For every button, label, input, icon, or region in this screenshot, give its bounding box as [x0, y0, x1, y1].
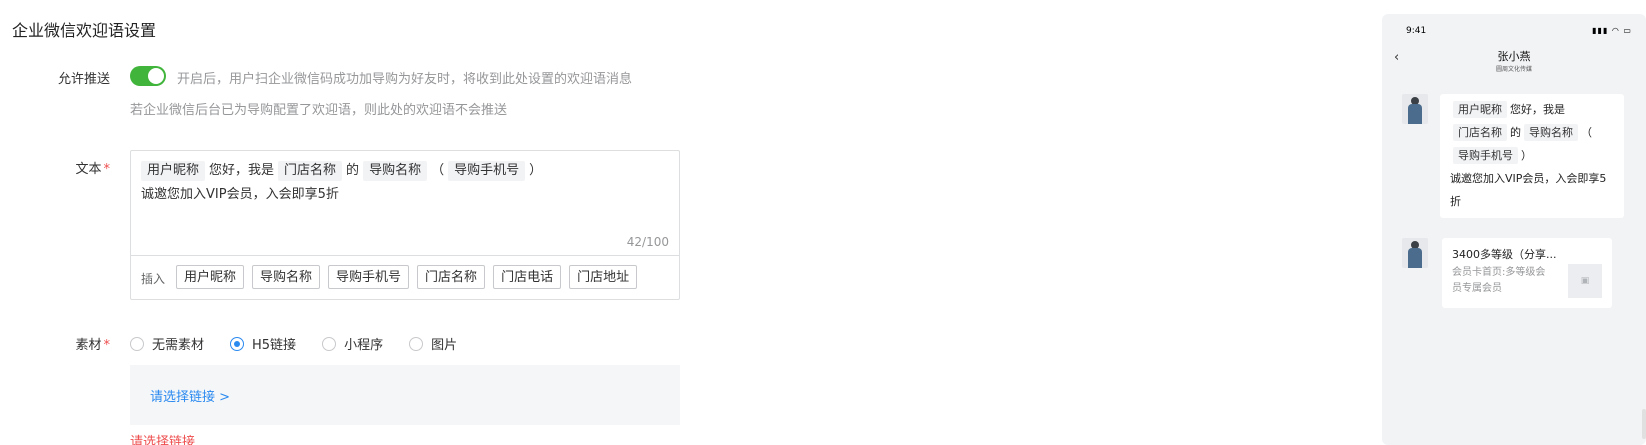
- chip-phone: 导购手机号: [1453, 147, 1518, 164]
- avatar: [1402, 94, 1428, 124]
- insert-guide-name-button[interactable]: 导购名称: [252, 265, 321, 289]
- page-title: 企业微信欢迎语设置: [12, 21, 157, 40]
- editor-line-2: 诚邀您加入VIP会员，入会即享5折: [141, 187, 339, 202]
- material-label: 素材 *: [30, 334, 110, 353]
- message-bubble: 用户昵称 您好，我是 门店名称的导购名称（ 导购手机号） 诚邀您加入VIP会员，入…: [1440, 94, 1624, 218]
- insert-store-name-button[interactable]: 门店名称: [417, 265, 486, 289]
- insert-bar: 插入 用户昵称 导购名称 导购手机号 门店名称 门店电话 门店地址: [131, 255, 679, 299]
- text-label-text: 文本: [75, 162, 102, 177]
- avatar: [1402, 238, 1428, 268]
- required-mark: *: [103, 338, 111, 353]
- card-description: 会员卡首页:多等级会员专属会员: [1452, 267, 1546, 294]
- link-error-text: 请选择链接: [130, 435, 196, 445]
- link-select-box: 请选择链接 >: [130, 365, 680, 425]
- text-label: 文本 *: [30, 158, 110, 177]
- avatar-torso: [1408, 104, 1422, 124]
- radio-circle[interactable]: [130, 336, 144, 351]
- status-time: 9:41: [1406, 26, 1427, 36]
- editor-line-1: 用户昵称 您好，我是 门店名称的导购名称（导购手机号）: [141, 159, 669, 183]
- radio-label: H5链接: [252, 338, 297, 353]
- message-text: 的: [1510, 126, 1521, 139]
- insert-label: 插入: [141, 272, 166, 286]
- chip-store: 门店名称: [1453, 124, 1507, 141]
- radio-h5[interactable]: H5链接: [230, 334, 296, 353]
- editor-text: ）: [529, 163, 543, 178]
- push-hint-1: 开启后，用户扫企业微信码成功加导购为好友时，将收到此处设置的欢迎语消息: [177, 72, 633, 87]
- insert-store-address-button[interactable]: 门店地址: [569, 265, 638, 289]
- status-icons: ▮▮▮ ◠ ▭: [1592, 26, 1632, 35]
- chip-nickname[interactable]: 用户昵称: [141, 161, 206, 181]
- push-hint-2: 若企业微信后台已为导购配置了欢迎语，则此处的欢迎语不会推送: [130, 103, 508, 118]
- required-mark: *: [103, 162, 111, 177]
- message-text: 您好，我是: [1510, 103, 1565, 116]
- insert-nickname-button[interactable]: 用户昵称: [176, 265, 245, 289]
- radio-miniprogram[interactable]: 小程序: [322, 334, 383, 353]
- image-icon: ▣: [1568, 264, 1602, 298]
- insert-store-phone-button[interactable]: 门店电话: [493, 265, 562, 289]
- push-label: 允许推送: [30, 68, 110, 87]
- chat-company-name: 圆周文化传媒: [1495, 66, 1532, 73]
- link-card: 3400多等级（分享... 会员卡首页:多等级会员专属会员 ▣: [1442, 238, 1612, 308]
- card-title: 3400多等级（分享...: [1452, 248, 1557, 261]
- message-line: 诚邀您加入VIP会员，入会即享5折: [1450, 172, 1607, 208]
- chip-nickname: 用户昵称: [1453, 101, 1507, 118]
- radio-image[interactable]: 图片: [409, 334, 457, 353]
- toggle-knob: [148, 68, 164, 84]
- insert-buttons: 用户昵称 导购名称 导购手机号 门店名称 门店电话 门店地址: [176, 265, 638, 289]
- chip-store[interactable]: 门店名称: [278, 161, 343, 181]
- radio-circle-checked[interactable]: [230, 336, 245, 351]
- chip-guide: 导购名称: [1524, 124, 1578, 141]
- message-text: ）: [1521, 149, 1532, 162]
- chip-guide[interactable]: 导购名称: [363, 161, 428, 181]
- editor-text: 的: [346, 163, 360, 178]
- welcome-text-editor[interactable]: 用户昵称 您好，我是 门店名称的导购名称（导购手机号） 诚邀您加入VIP会员，入会即…: [130, 150, 680, 300]
- char-counter: 42/100: [626, 235, 669, 249]
- radio-circle[interactable]: [322, 336, 337, 351]
- select-link-button[interactable]: 请选择链接 >: [150, 386, 230, 405]
- editor-text: （: [431, 163, 445, 178]
- editor-content[interactable]: 用户昵称 您好，我是 门店名称的导购名称（导购手机号） 诚邀您加入VIP会员，入会即…: [141, 159, 669, 207]
- radio-label: 无需素材: [152, 338, 205, 353]
- phone-preview: 9:41 ▮▮▮ ◠ ▭ ‹ 张小燕 圆周文化传媒 用户昵称 您好，我是 门店名称…: [1382, 14, 1646, 445]
- radio-circle[interactable]: [409, 336, 424, 351]
- chip-phone[interactable]: 导购手机号: [448, 161, 526, 181]
- chat-contact-name: 张小燕: [1497, 50, 1531, 63]
- scrollbar[interactable]: [1642, 409, 1646, 439]
- insert-guide-phone-button[interactable]: 导购手机号: [328, 265, 410, 289]
- editor-text: 您好，我是: [209, 163, 275, 178]
- message-text: （: [1581, 126, 1592, 139]
- radio-label: 图片: [431, 338, 458, 353]
- material-radio-group: 无需素材 H5链接 小程序 图片: [130, 334, 483, 353]
- push-label-text: 允许推送: [57, 72, 110, 87]
- radio-label: 小程序: [344, 338, 384, 353]
- material-label-text: 素材: [75, 338, 102, 353]
- avatar-torso: [1408, 248, 1422, 268]
- radio-none[interactable]: 无需素材: [130, 334, 204, 353]
- push-toggle[interactable]: [130, 66, 166, 86]
